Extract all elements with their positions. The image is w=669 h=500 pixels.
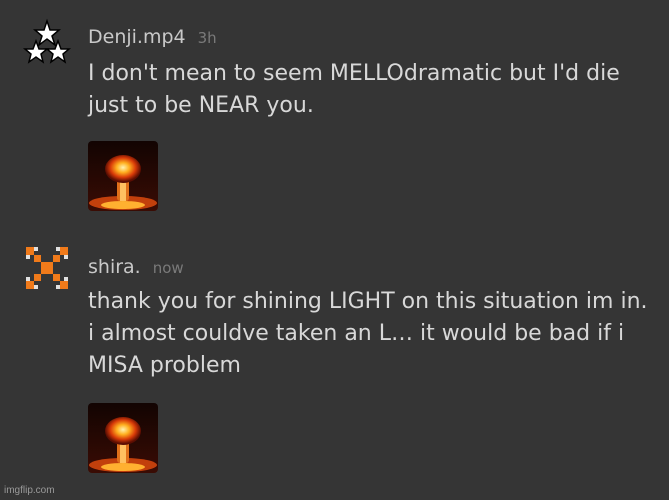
nuclear-explosion-icon — [88, 141, 158, 211]
attachment-image[interactable] — [88, 141, 158, 211]
nuclear-explosion-icon — [88, 403, 158, 473]
message-text: thank you for shining LIGHT on this situ… — [88, 289, 648, 378]
orange-x-icon — [26, 247, 68, 289]
avatar[interactable] — [22, 243, 72, 293]
post-header: shira. now — [88, 256, 184, 278]
avatar[interactable] — [22, 18, 72, 68]
watermark: imgflip.com — [4, 485, 55, 496]
three-stars-icon — [22, 18, 72, 64]
message-text: I don't mean to seem MELLOdramatic but I… — [88, 61, 620, 118]
username[interactable]: shira. — [88, 256, 141, 278]
timestamp: now — [152, 259, 184, 277]
attachment-image[interactable] — [88, 403, 158, 473]
timestamp: 3h — [197, 29, 217, 47]
username[interactable]: Denji.mp4 — [88, 26, 186, 48]
post-header: Denji.mp4 3h — [88, 26, 217, 48]
